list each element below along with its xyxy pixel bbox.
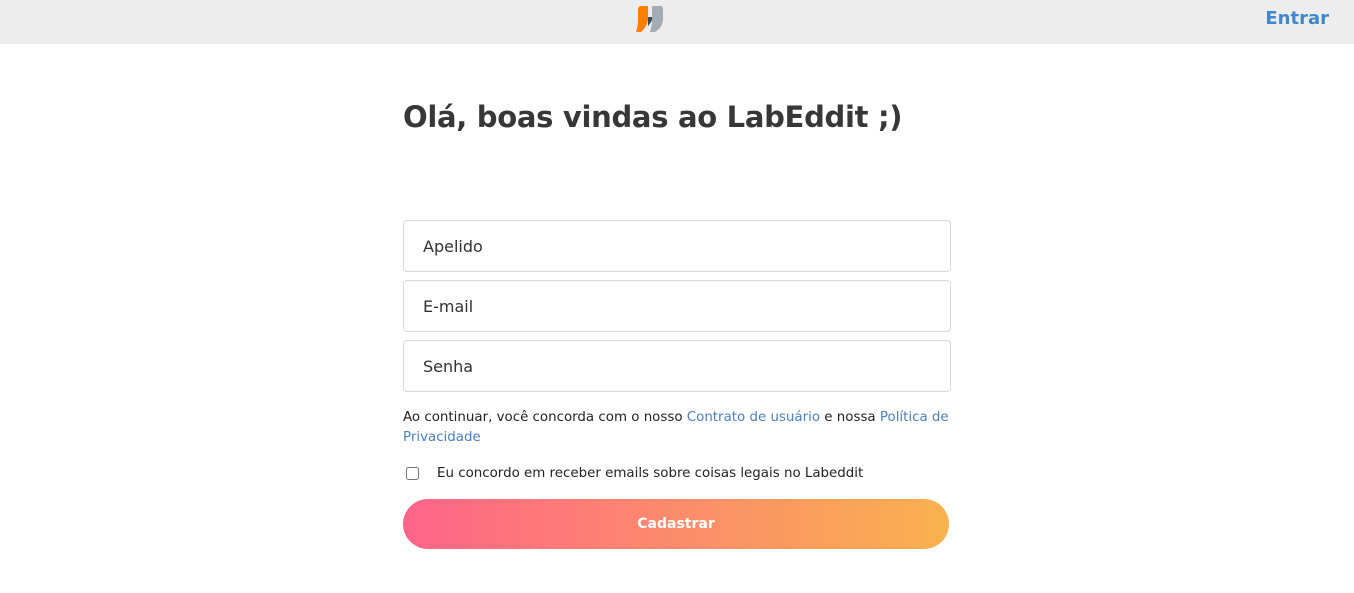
- newsletter-option: Eu concordo em receber emails sobre cois…: [406, 464, 863, 482]
- page-title: Olá, boas vindas ao LabEddit ;): [403, 100, 903, 134]
- login-link[interactable]: Entrar: [1265, 8, 1329, 29]
- signup-button[interactable]: Cadastrar: [403, 499, 949, 549]
- nickname-input[interactable]: [403, 220, 951, 272]
- labeddit-logo-icon: [636, 6, 663, 32]
- user-agreement-link[interactable]: Contrato de usuário: [687, 410, 820, 425]
- newsletter-checkbox[interactable]: [406, 466, 419, 480]
- password-input[interactable]: [403, 340, 951, 392]
- email-input[interactable]: [403, 280, 951, 332]
- terms-text: Ao continuar, você concorda com o nosso …: [403, 408, 951, 447]
- top-bar: Entrar: [0, 0, 1354, 44]
- terms-middle: e nossa: [820, 410, 880, 425]
- terms-prefix: Ao continuar, você concorda com o nosso: [403, 410, 687, 425]
- newsletter-label[interactable]: Eu concordo em receber emails sobre cois…: [437, 466, 863, 481]
